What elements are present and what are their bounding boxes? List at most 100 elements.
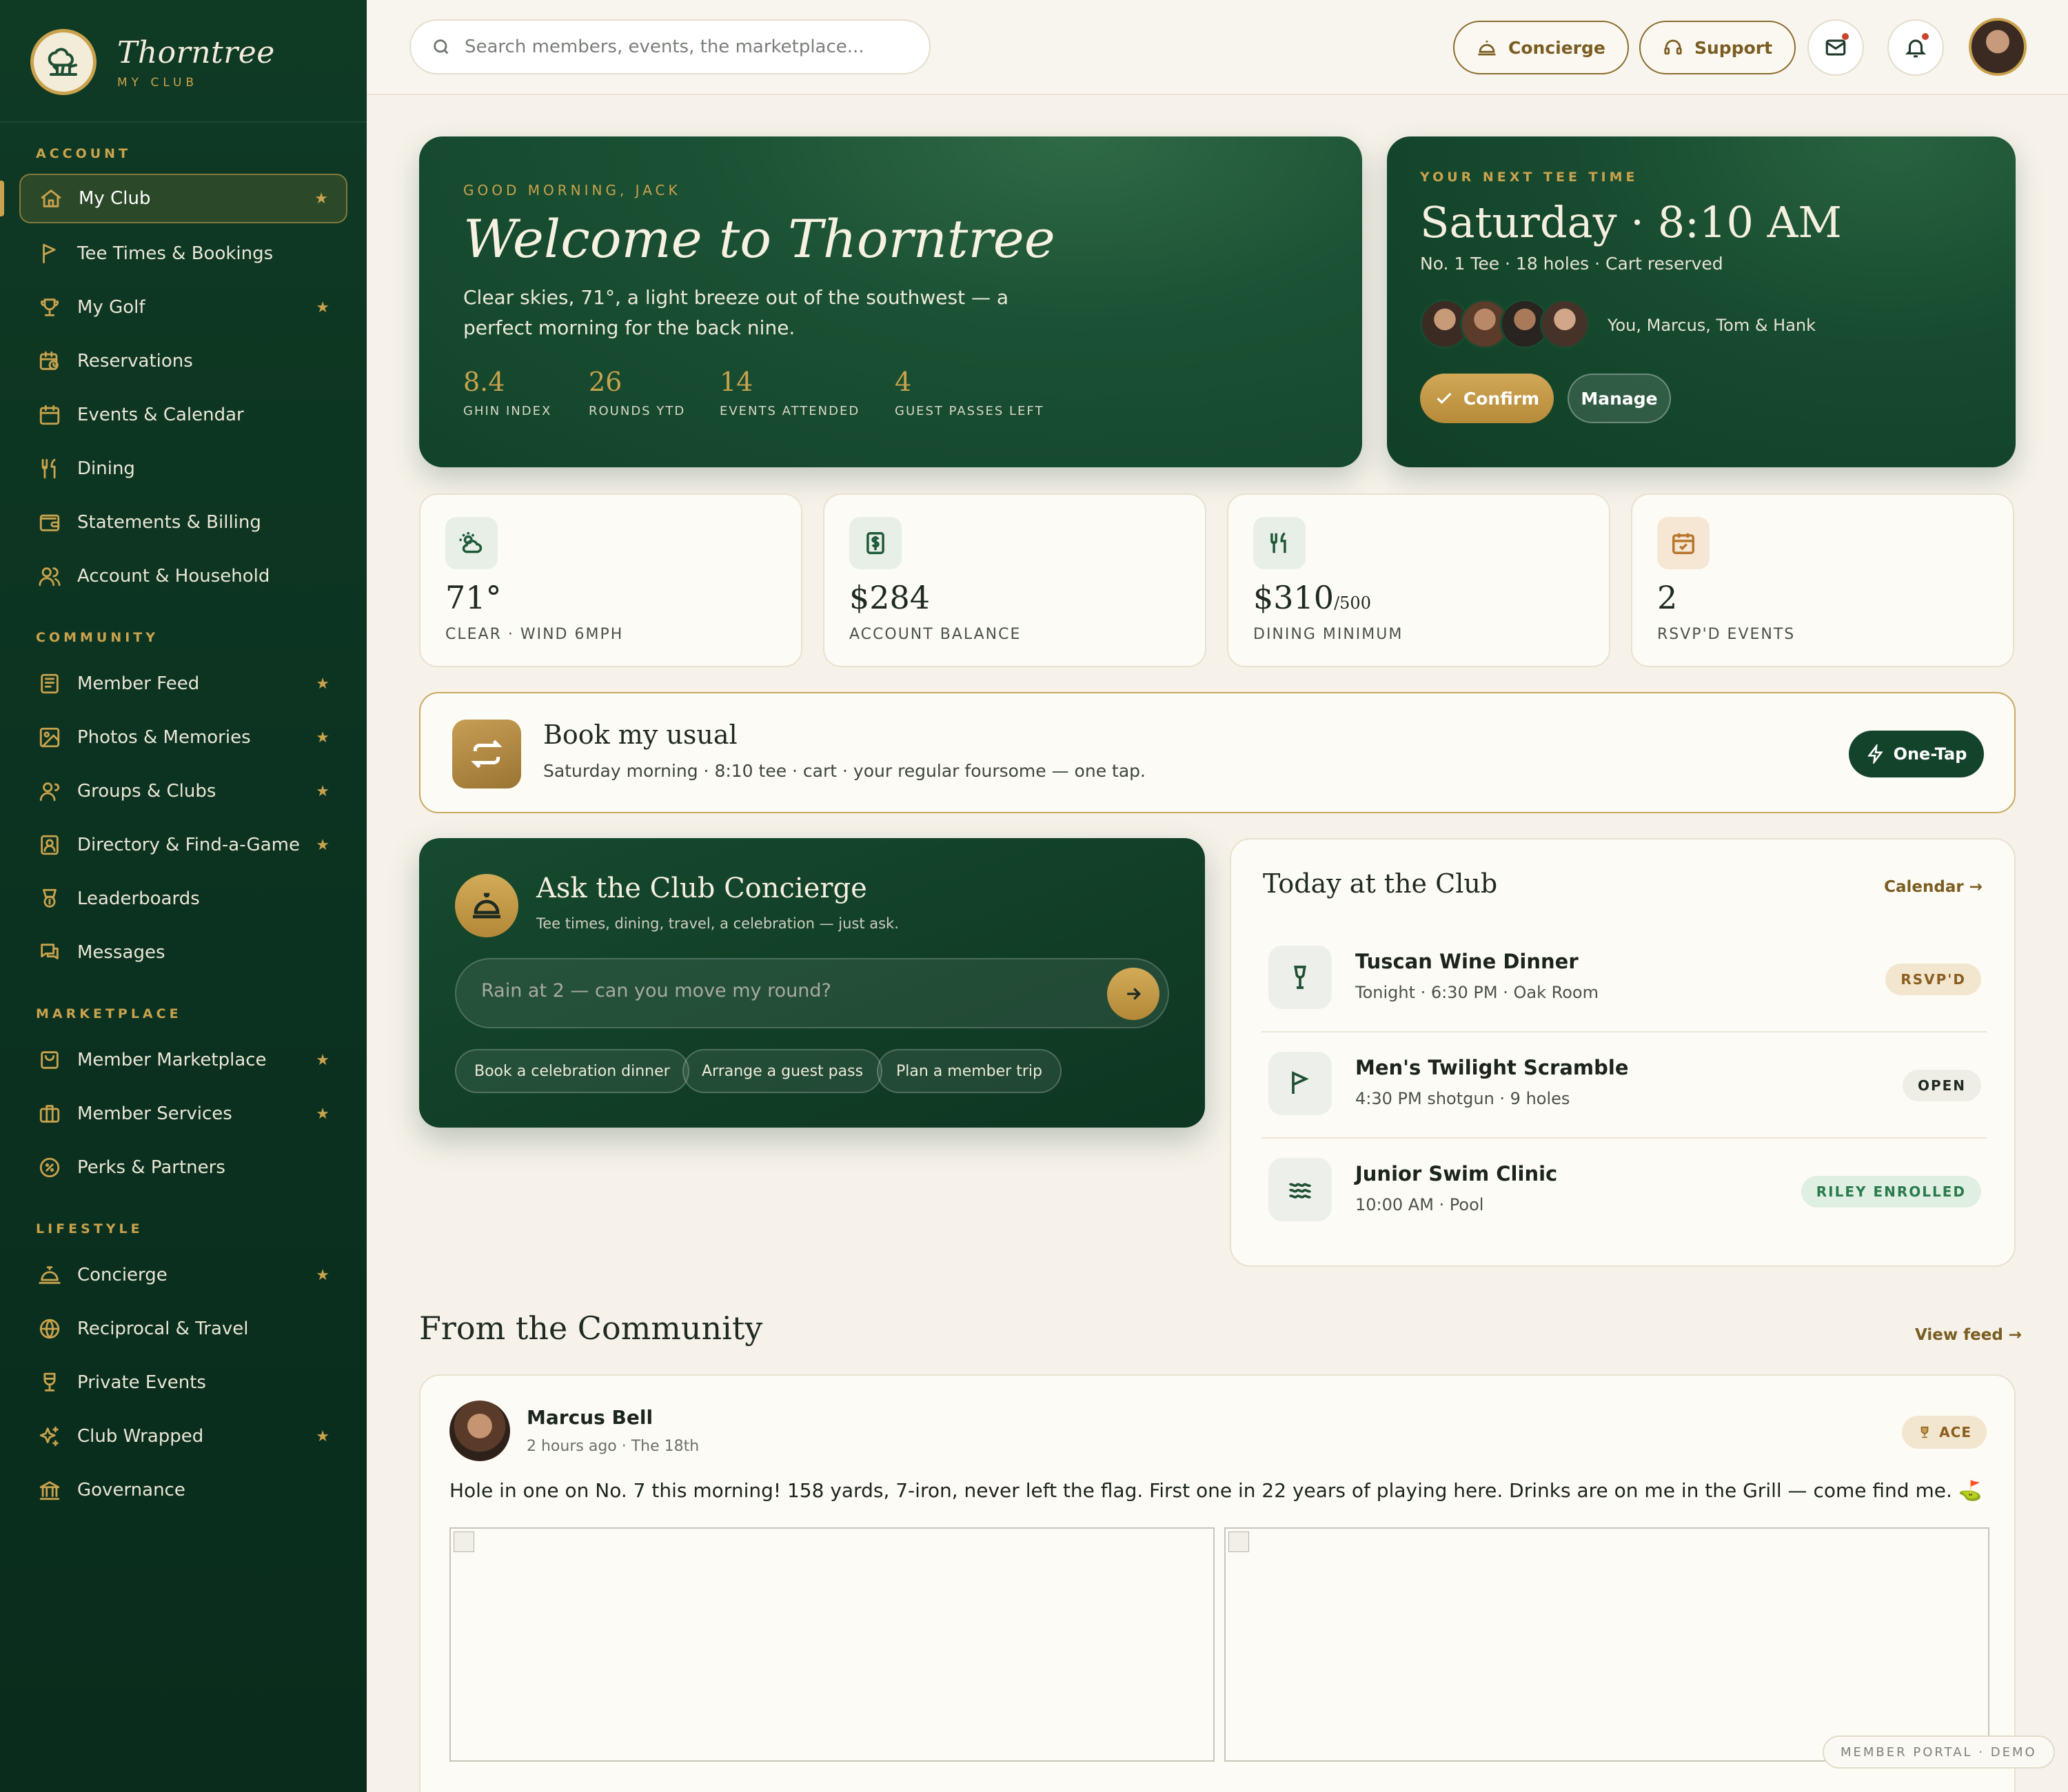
check-icon (1437, 392, 1452, 404)
service-bell-icon (37, 1263, 62, 1287)
manage-button[interactable]: Manage (1568, 374, 1671, 423)
suggestion-chip[interactable]: Book a celebration dinner (455, 1049, 689, 1093)
search-bar[interactable] (409, 19, 931, 74)
suggestion-chip[interactable]: Plan a member trip (877, 1049, 1062, 1093)
sidebar-item-label: Member Feed (77, 673, 200, 694)
post-text: Hole in one on No. 7 this morning! 158 y… (449, 1479, 1983, 1502)
event-row[interactable]: Tuscan Wine Dinner Tonight · 6:30 PM · O… (1261, 926, 1987, 1032)
star-icon[interactable]: ★ (316, 1106, 330, 1123)
post-author[interactable]: Marcus Bell (527, 1406, 653, 1429)
suggestion-chip[interactable]: Arrange a guest pass (682, 1049, 883, 1093)
chat-icon (37, 940, 62, 965)
view-feed-link[interactable]: View feed → (1915, 1326, 2022, 1344)
calendar-clock-icon (37, 349, 62, 374)
sidebar-item-club-wrapped[interactable]: Club Wrapped ★ (19, 1412, 347, 1461)
messages-button[interactable] (1807, 19, 1864, 76)
stat-value: 4 (895, 367, 912, 397)
concierge-input[interactable] (481, 980, 1088, 1001)
sidebar-item-dining[interactable]: Dining (19, 444, 347, 493)
stat-label: ROUNDS YTD (589, 404, 686, 418)
account-balance-card[interactable]: $284 ACCOUNT BALANCE (823, 493, 1206, 667)
hero-stat-events: 14 EVENTS ATTENDED (720, 367, 860, 418)
group-icon (37, 779, 62, 804)
concierge-button-label: Concierge (1508, 37, 1605, 58)
concierge-button[interactable]: Concierge (1453, 21, 1629, 74)
notifications-button[interactable] (1887, 19, 1944, 76)
star-icon[interactable]: ★ (316, 783, 330, 800)
user-avatar[interactable] (1969, 18, 2027, 76)
sidebar-item-my-golf[interactable]: My Golf ★ (19, 283, 347, 332)
sidebar-item-events[interactable]: Events & Calendar (19, 390, 347, 440)
sidebar-item-private-events[interactable]: Private Events (19, 1358, 347, 1407)
sidebar-item-label: Groups & Clubs (77, 781, 216, 802)
sidebar-item-label: Concierge (77, 1265, 168, 1285)
sidebar-item-reservations[interactable]: Reservations (19, 336, 347, 386)
brand-name: Thorntree (117, 34, 275, 70)
sidebar-item-member-feed[interactable]: Member Feed ★ (19, 659, 347, 709)
sidebar-item-label: My Club (79, 188, 151, 209)
post-image[interactable] (449, 1527, 1215, 1762)
utensils-icon (37, 456, 62, 481)
sidebar-item-leaderboards[interactable]: Leaderboards (19, 874, 347, 924)
arrow-right-icon (1127, 988, 1142, 1000)
broken-image-icon (1228, 1531, 1249, 1552)
nav-section-account: ACCOUNT (36, 146, 132, 161)
event-time: 4:30 PM shotgun · 9 holes (1355, 1089, 1570, 1108)
calendar-link[interactable]: Calendar → (1884, 878, 1983, 896)
sidebar-item-label: Statements & Billing (77, 512, 261, 533)
brand[interactable]: Thorntree MY CLUB (30, 29, 275, 95)
star-icon[interactable]: ★ (316, 1052, 330, 1069)
status-badge: RSVP'D (1885, 964, 1981, 995)
sidebar-item-photos[interactable]: Photos & Memories ★ (19, 713, 347, 762)
star-icon[interactable]: ★ (314, 190, 328, 207)
weather-card[interactable]: 71° CLEAR · WIND 6MPH (419, 493, 802, 667)
post-image[interactable] (1224, 1527, 1989, 1762)
stat-value: 14 (720, 367, 753, 397)
sidebar-item-tee-times[interactable]: Tee Times & Bookings (19, 229, 347, 278)
post-meta: 2 hours ago · The 18th (527, 1438, 700, 1455)
support-button[interactable]: Support (1639, 21, 1796, 74)
sidebar-item-label: Club Wrapped (77, 1426, 204, 1447)
star-icon[interactable]: ★ (316, 1428, 330, 1445)
one-tap-button[interactable]: One-Tap (1849, 731, 1984, 777)
dining-minimum-card[interactable]: $310/500 DINING MINIMUM (1227, 493, 1610, 667)
sidebar-item-marketplace[interactable]: Member Marketplace ★ (19, 1035, 347, 1085)
sidebar-item-my-club[interactable]: My Club ★ (19, 174, 347, 223)
sidebar-item-account-household[interactable]: Account & Household (19, 551, 347, 601)
sidebar: Thorntree MY CLUB ACCOUNT My Club ★ Tee … (0, 0, 367, 1792)
hero-title: Welcome to Thorntree (463, 208, 1055, 269)
send-button[interactable] (1107, 968, 1159, 1020)
sidebar-item-groups[interactable]: Groups & Clubs ★ (19, 766, 347, 816)
star-icon[interactable]: ★ (316, 675, 330, 693)
stat-value: $284 (849, 579, 931, 616)
sidebar-item-member-services[interactable]: Member Services ★ (19, 1089, 347, 1139)
wallet-icon (37, 510, 62, 535)
sidebar-item-messages[interactable]: Messages (19, 928, 347, 977)
sidebar-item-perks[interactable]: Perks & Partners (19, 1143, 347, 1192)
event-time: Tonight · 6:30 PM · Oak Room (1355, 983, 1599, 1002)
sidebar-item-reciprocal[interactable]: Reciprocal & Travel (19, 1304, 347, 1354)
sidebar-item-directory[interactable]: Directory & Find-a-Game ★ (19, 820, 347, 870)
event-row[interactable]: Junior Swim Clinic 10:00 AM · Pool RILEY… (1261, 1139, 1987, 1245)
star-icon[interactable]: ★ (316, 299, 330, 316)
avatar (1540, 299, 1590, 349)
star-icon[interactable]: ★ (316, 837, 330, 854)
event-row[interactable]: Men's Twilight Scramble 4:30 PM shotgun … (1261, 1032, 1987, 1139)
sidebar-item-label: My Golf (77, 297, 145, 318)
sidebar-item-concierge[interactable]: Concierge ★ (19, 1250, 347, 1300)
star-icon[interactable]: ★ (316, 729, 330, 746)
rsvp-events-card[interactable]: 2 RSVP'D EVENTS (1631, 493, 2014, 667)
community-post: Marcus Bell 2 hours ago · The 18th ACE H… (419, 1374, 2016, 1792)
top-bar: Concierge Support (367, 0, 2068, 95)
confirm-button[interactable]: Confirm (1420, 374, 1554, 423)
star-icon[interactable]: ★ (316, 1267, 330, 1284)
globe-icon (37, 1316, 62, 1341)
sidebar-item-label: Photos & Memories (77, 727, 251, 748)
sidebar-item-statements[interactable]: Statements & Billing (19, 498, 347, 547)
sidebar-item-governance[interactable]: Governance (19, 1465, 347, 1515)
sidebar-item-label: Private Events (77, 1372, 206, 1393)
event-name: Junior Swim Clinic (1355, 1162, 1558, 1185)
avatar[interactable] (449, 1401, 510, 1461)
ace-badge: ACE (1902, 1416, 1987, 1449)
search-input[interactable] (465, 37, 906, 57)
